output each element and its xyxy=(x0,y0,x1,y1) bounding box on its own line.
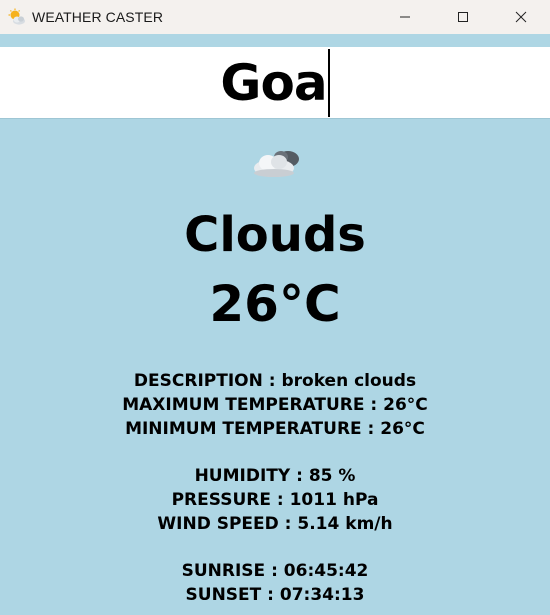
window-title: WEATHER CASTER xyxy=(32,9,164,25)
top-strip xyxy=(0,34,550,47)
sunset-text: SUNSET : 07:34:13 xyxy=(185,585,365,605)
city-search-bar[interactable]: Goa xyxy=(0,47,550,119)
min-temperature-text: MINIMUM TEMPERATURE : 26°C xyxy=(125,419,425,439)
max-temperature-text: MAXIMUM TEMPERATURE : 26°C xyxy=(122,395,428,415)
details-group-temperature: DESCRIPTION : broken clouds MAXIMUM TEMP… xyxy=(0,369,550,441)
minimize-button[interactable] xyxy=(376,0,434,34)
close-button[interactable] xyxy=(492,0,550,34)
city-input[interactable]: Goa xyxy=(220,48,330,117)
weather-app-icon xyxy=(8,8,26,26)
current-temperature: 26°C xyxy=(209,275,341,333)
close-icon xyxy=(515,11,527,23)
city-input-value: Goa xyxy=(220,53,327,112)
description-text: DESCRIPTION : broken clouds xyxy=(133,371,417,391)
app-window: WEATHER CASTER Goa Clouds 26°C DESCRIPTI… xyxy=(0,0,550,615)
text-caret xyxy=(327,48,330,117)
wind-speed-text: WIND SPEED : 5.14 km/h xyxy=(157,514,393,534)
weather-condition: Clouds xyxy=(184,207,366,263)
minimize-icon xyxy=(400,16,410,18)
details-group-sun: SUNRISE : 06:45:42 SUNSET : 07:34:13 xyxy=(0,559,550,607)
cloud-icon xyxy=(254,151,299,177)
details-group-atmosphere: HUMIDITY : 85 % PRESSURE : 1011 hPa WIND… xyxy=(0,464,550,536)
maximize-button[interactable] xyxy=(434,0,492,34)
sunrise-text: SUNRISE : 06:45:42 xyxy=(181,561,369,581)
title-bar[interactable]: WEATHER CASTER xyxy=(0,0,550,34)
humidity-text: HUMIDITY : 85 % xyxy=(194,466,356,486)
window-controls xyxy=(376,0,550,34)
maximize-icon xyxy=(458,12,468,22)
pressure-text: PRESSURE : 1011 hPa xyxy=(171,490,379,510)
